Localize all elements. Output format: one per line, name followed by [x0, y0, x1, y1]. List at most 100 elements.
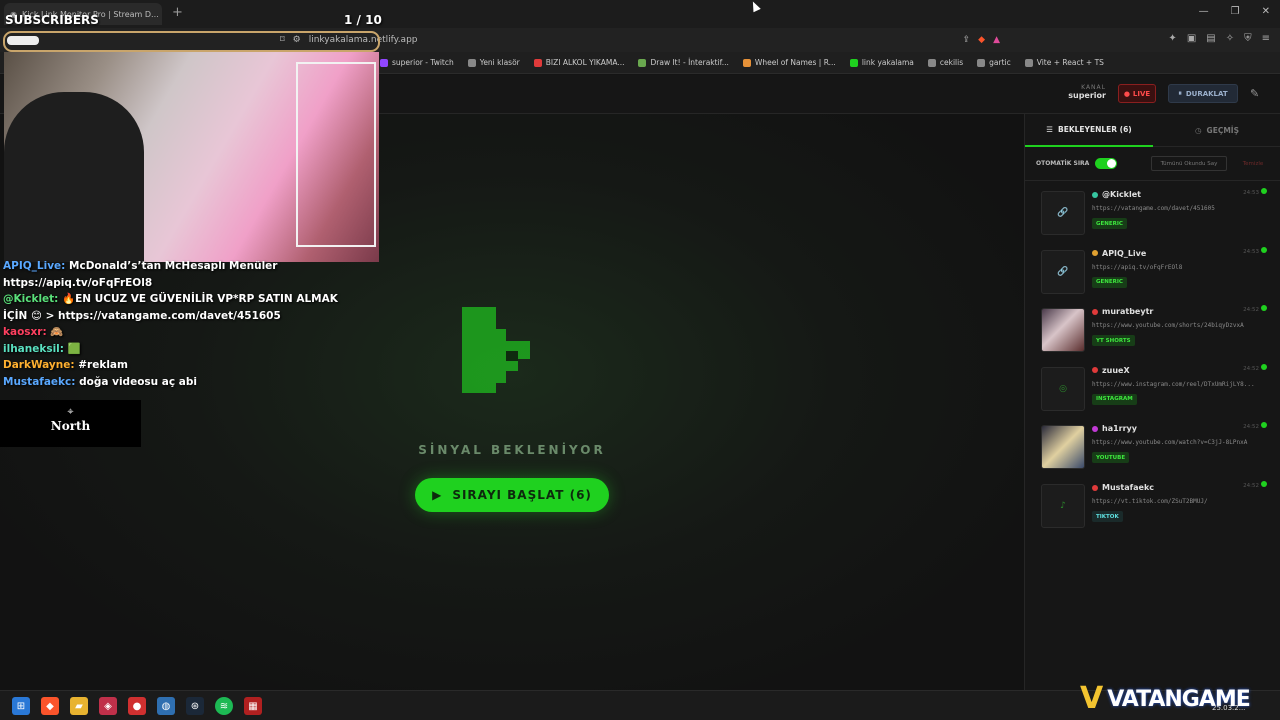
- leo-icon[interactable]: ✧: [1226, 33, 1234, 44]
- bookmark-item[interactable]: Wheel of Names | R...: [742, 58, 836, 67]
- platform-badge: YOUTUBE: [1092, 452, 1130, 464]
- bookmark-item[interactable]: superior - Twitch: [380, 58, 454, 67]
- bookmark-item[interactable]: link yakalama: [849, 58, 914, 67]
- queue-time: 24:52: [1243, 307, 1259, 314]
- queue-item[interactable]: muratbeytr 24:52 https://www.youtube.com/s…: [1041, 304, 1275, 356]
- bookmark-item[interactable]: Vite + React + TS: [1024, 58, 1104, 67]
- platform-badge: INSTAGRAM: [1092, 393, 1137, 405]
- wallet-icon[interactable]: ▣: [1187, 33, 1196, 44]
- chat-message: ilhaneksil: 🟩: [3, 341, 353, 358]
- overlay-frame: [3, 31, 380, 52]
- pause-button[interactable]: ⏸ DURAKLAT: [1168, 84, 1238, 103]
- queue-url[interactable]: https://www.instagram.com/reel/DTxUmRijL…: [1092, 381, 1262, 388]
- queue-panel: ☰ BEKLEYENLER (6) ◷ GEÇMİŞ OTOMATİK SIRA…: [1024, 114, 1280, 690]
- system-clock: 25.03.2...: [1212, 704, 1246, 712]
- close-window-icon[interactable]: ✕: [1262, 6, 1270, 17]
- link-thumbnail-icon: 🔗: [1041, 191, 1085, 235]
- url-bar[interactable]: ⌑ ⚙ linkyakalama.netlify.app ⇪ ◆ ▲: [280, 31, 1000, 49]
- bookmark-label: Vite + React + TS: [1036, 58, 1104, 67]
- queue-item[interactable]: ha1rryy 24:52 https://www.youtube.com/watc…: [1041, 421, 1275, 473]
- tab-history[interactable]: ◷ GEÇMİŞ: [1153, 114, 1280, 147]
- taskbar-icons: ⊞ ◆ ▰ ◈ ● ◍ ⊛ ≋ ▦: [12, 697, 262, 715]
- subscribers-label: SUBSCRIBERS: [5, 13, 99, 27]
- tab-strip: ◉ Kick Link Monitor Pro | Stream D... ✕ …: [0, 0, 1280, 28]
- window-controls: — ❐ ✕: [1199, 6, 1270, 17]
- folder-icon[interactable]: ▰: [70, 697, 88, 715]
- bookmark-favicon-icon: [849, 58, 858, 67]
- queue-user: muratbeytr: [1092, 307, 1153, 316]
- live-dot-icon: ●: [1123, 89, 1130, 98]
- brave-shield-icon[interactable]: ◆: [978, 35, 985, 45]
- bookmark-label: link yakalama: [861, 58, 914, 67]
- brave-rewards-icon[interactable]: ▲: [993, 35, 1000, 45]
- queue-url[interactable]: https://apiq.tv/oFqFrEOl8: [1092, 264, 1262, 271]
- edit-icon[interactable]: ✎: [1250, 87, 1259, 100]
- clear-button[interactable]: Temizle: [1233, 156, 1273, 171]
- spotify-icon[interactable]: ≋: [215, 697, 233, 715]
- auto-queue-row: OTOMATİK SIRA Tümünü Okundu Say Temizle: [1025, 147, 1280, 181]
- signal-waiting-text: SİNYAL BEKLENİYOR: [418, 443, 606, 457]
- subscriber-pager: 1 / 10: [344, 13, 382, 27]
- riot-icon[interactable]: ◈: [99, 697, 117, 715]
- globe-icon[interactable]: ◍: [157, 697, 175, 715]
- queue-time: 24:52: [1243, 483, 1259, 489]
- steam-icon[interactable]: ⊛: [186, 697, 204, 715]
- tab-waiting[interactable]: ☰ BEKLEYENLER (6): [1025, 114, 1153, 147]
- queue-url[interactable]: https://www.youtube.com/shorts/24biqyDzv…: [1092, 322, 1262, 329]
- extensions-icon[interactable]: ✦: [1168, 33, 1176, 44]
- queue-user: Mustafaekc: [1092, 483, 1154, 492]
- bookmark-item[interactable]: Draw It! - İnteraktif...: [638, 58, 729, 67]
- vpn-icon[interactable]: ⛨: [1244, 33, 1252, 44]
- queue-item[interactable]: 🔗 @Kicklet 24:53 https://vatangame.com/dave…: [1041, 187, 1275, 239]
- sidebar-icon[interactable]: ▤: [1206, 33, 1215, 44]
- chat-message: APIQ_Live: McDonald’s’tan McHesaplı Menü…: [3, 258, 353, 291]
- maximize-icon[interactable]: ❐: [1231, 6, 1240, 17]
- obs-icon[interactable]: ▦: [244, 697, 262, 715]
- queue-url[interactable]: https://www.youtube.com/watch?v=C3jJ-8LP…: [1092, 439, 1262, 446]
- bookmark-label: Draw It! - İnteraktif...: [650, 58, 729, 67]
- bookmark-favicon-icon: [927, 58, 936, 67]
- platform-dot-icon: [1092, 191, 1098, 198]
- tab-history-label: GEÇMİŞ: [1206, 126, 1239, 135]
- streamer-silhouette: [4, 92, 144, 262]
- link-thumbnail-icon: [1041, 425, 1085, 470]
- queue-item[interactable]: ◎ zuueX 24:52 https://www.instagram.com/ree…: [1041, 363, 1275, 415]
- chat-username: Mustafaekc:: [3, 375, 76, 388]
- queue-time: 24:53: [1243, 248, 1259, 255]
- bookmark-favicon-icon: [467, 58, 476, 67]
- live-button[interactable]: ● LIVE: [1118, 84, 1156, 103]
- menu-icon[interactable]: ≡: [1262, 33, 1270, 44]
- status-dot-icon: [1261, 246, 1267, 253]
- share-icon[interactable]: ⇪: [963, 35, 971, 45]
- queue-user: APIQ_Live: [1092, 249, 1146, 258]
- minimize-icon[interactable]: —: [1199, 6, 1209, 17]
- kick-logo-icon: [462, 307, 530, 393]
- bookmark-favicon-icon: [533, 58, 542, 67]
- auto-queue-toggle[interactable]: [1095, 158, 1117, 169]
- chat-overlay: APIQ_Live: McDonald’s’tan McHesaplı Menü…: [3, 258, 353, 390]
- queue-url[interactable]: https://vatangame.com/davet/451605: [1092, 205, 1262, 212]
- link-thumbnail-icon: ♪: [1041, 484, 1085, 528]
- bookmark-label: superior - Twitch: [392, 58, 454, 67]
- start-queue-label: SIRAYI BAŞLAT (6): [452, 488, 592, 502]
- bookmark-item[interactable]: cekilis: [927, 58, 963, 67]
- start-queue-button[interactable]: ▶ SIRAYI BAŞLAT (6): [415, 478, 609, 512]
- start-icon[interactable]: ⊞: [12, 697, 30, 715]
- channel-name: superior: [1068, 91, 1106, 100]
- brave-icon[interactable]: ◆: [41, 697, 59, 715]
- app-icon[interactable]: ●: [128, 697, 146, 715]
- auto-queue-label: OTOMATİK SIRA: [1036, 160, 1090, 167]
- queue-item[interactable]: 🔗 APIQ_Live 24:53 https://apiq.tv/oFqFrEOl8…: [1041, 246, 1275, 298]
- shelf-frame: [296, 62, 376, 247]
- chat-username: DarkWayne:: [3, 359, 75, 371]
- queue-item[interactable]: ♪ Mustafaekc 24:52 https://vt.tiktok.com/ZS…: [1041, 480, 1275, 532]
- sponsor-box: ⌖ North: [0, 400, 141, 447]
- mark-all-read-button[interactable]: Tümünü Okundu Say: [1151, 156, 1227, 171]
- bookmark-item[interactable]: BIZI ALKOL YIKAMA...: [533, 58, 625, 67]
- bookmark-item[interactable]: gartic: [977, 58, 1011, 67]
- bookmark-label: BIZI ALKOL YIKAMA...: [545, 58, 625, 67]
- new-tab-icon[interactable]: +: [172, 5, 183, 20]
- bookmark-item[interactable]: Yeni klasör: [467, 58, 520, 67]
- status-dot-icon: [1261, 188, 1267, 194]
- queue-url[interactable]: https://vt.tiktok.com/ZSuT2BMUJ/: [1092, 498, 1262, 505]
